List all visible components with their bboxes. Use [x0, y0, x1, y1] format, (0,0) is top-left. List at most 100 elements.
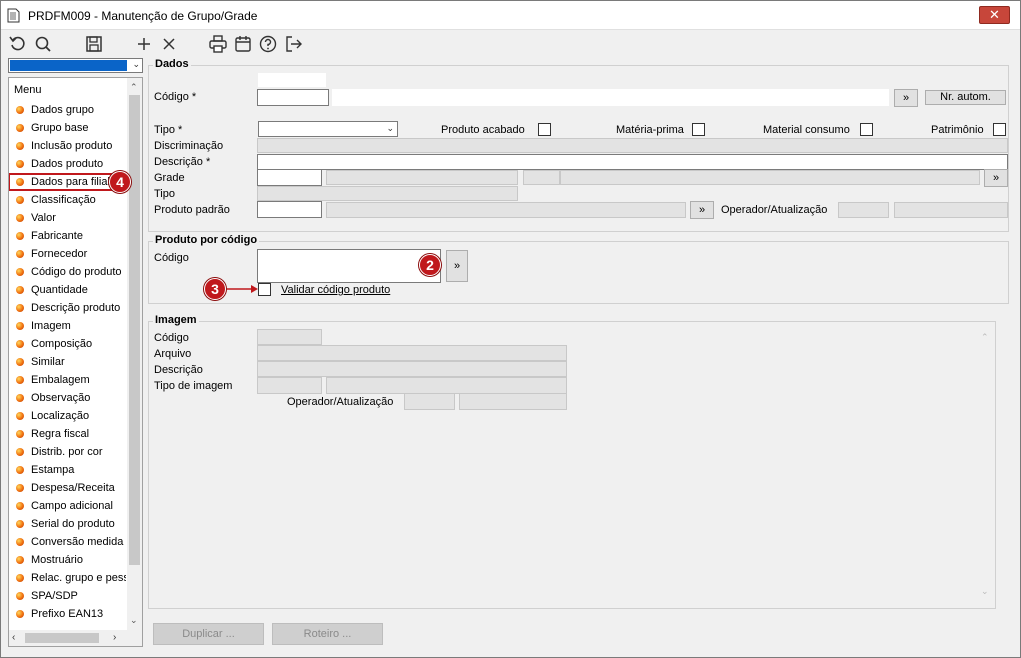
- duplicar-button[interactable]: Duplicar ...: [153, 623, 264, 645]
- patrimonio-checkbox[interactable]: [993, 123, 1006, 136]
- sidebar-item[interactable]: Embalagem: [14, 372, 126, 388]
- callout-badge-4: 4: [109, 171, 131, 193]
- sidebar-item[interactable]: Serial do produto: [14, 516, 126, 532]
- scroll-up-icon[interactable]: ⌃: [981, 332, 989, 343]
- title-bar: PRDFM009 - Manutenção de Grupo/Grade ✕: [1, 1, 1020, 30]
- codigo-lookup-button[interactable]: »: [894, 89, 918, 107]
- help-icon[interactable]: [258, 34, 278, 54]
- img-tipo-code-field: [257, 377, 322, 394]
- ppc-lookup-button[interactable]: »: [446, 250, 468, 282]
- produto-padrao-input[interactable]: [257, 201, 322, 218]
- codigo-input[interactable]: [257, 89, 329, 106]
- sidebar-item-label: Serial do produto: [31, 518, 115, 530]
- tipo-select[interactable]: ⌄: [258, 121, 398, 137]
- sidebar-item[interactable]: Fabricante: [14, 228, 126, 244]
- sidebar-item-label: Embalagem: [31, 374, 90, 386]
- sidebar-item[interactable]: Similar: [14, 354, 126, 370]
- sidebar-item[interactable]: Campo adicional: [14, 498, 126, 514]
- scroll-down-icon[interactable]: ⌄: [981, 586, 989, 597]
- sidebar-menu: Menu Dados grupo Grupo base Inclusão produ…: [8, 77, 143, 647]
- exit-icon[interactable]: [284, 34, 304, 54]
- imagem-title: Imagem: [153, 314, 199, 326]
- operador-label: Operador/Atualização: [721, 204, 828, 216]
- produto-padrao-lookup-button[interactable]: »: [690, 201, 714, 219]
- sidebar-item-label: Fabricante: [31, 230, 83, 242]
- scroll-left-icon[interactable]: ‹: [12, 632, 15, 643]
- bullet-icon: [16, 592, 24, 600]
- produto-por-codigo-title: Produto por código: [153, 234, 260, 246]
- sidebar-item[interactable]: Grupo base: [14, 120, 126, 136]
- scroll-right-icon[interactable]: ›: [113, 632, 116, 643]
- validar-codigo-checkbox[interactable]: [258, 283, 271, 296]
- sidebar-item[interactable]: Dados produto: [14, 156, 126, 172]
- hscroll-thumb[interactable]: [25, 633, 99, 643]
- save-icon[interactable]: [84, 34, 104, 54]
- search-icon[interactable]: [33, 34, 53, 54]
- scroll-down-icon[interactable]: ⌄: [130, 615, 138, 626]
- window-title: PRDFM009 - Manutenção de Grupo/Grade: [28, 9, 258, 23]
- descricao-input[interactable]: [257, 154, 1008, 170]
- sidebar-item-label: Quantidade: [31, 284, 88, 296]
- refresh-icon[interactable]: [8, 34, 28, 54]
- sidebar-item[interactable]: Regra fiscal: [14, 426, 126, 442]
- horizontal-scrollbar[interactable]: ‹ ›: [9, 630, 142, 646]
- material-consumo-checkbox[interactable]: [860, 123, 873, 136]
- sidebar-item[interactable]: Estampa: [14, 462, 126, 478]
- produto-acabado-checkbox[interactable]: [538, 123, 551, 136]
- sidebar-item[interactable]: Descrição produto: [14, 300, 126, 316]
- sidebar-item[interactable]: Localização: [14, 408, 126, 424]
- bullet-icon: [16, 538, 24, 546]
- menu-filter-dropdown[interactable]: ⌄: [8, 58, 143, 73]
- bullet-icon: [16, 484, 24, 492]
- sidebar-item[interactable]: Valor: [14, 210, 126, 226]
- menu-header: Menu: [14, 84, 42, 96]
- sidebar-item[interactable]: Mostruário: [14, 552, 126, 568]
- sidebar-item[interactable]: Fornecedor: [14, 246, 126, 262]
- sidebar-item[interactable]: Conversão medida: [14, 534, 126, 550]
- nr-autom-button[interactable]: Nr. autom.: [925, 90, 1006, 105]
- sidebar-item[interactable]: Classificação: [14, 192, 126, 208]
- bullet-icon: [16, 358, 24, 366]
- grade-description-field: [326, 170, 518, 185]
- sidebar-item[interactable]: Inclusão produto: [14, 138, 126, 154]
- sidebar-item[interactable]: SPA/SDP: [14, 588, 126, 604]
- sidebar-item[interactable]: Quantidade: [14, 282, 126, 298]
- scroll-thumb[interactable]: [129, 95, 140, 565]
- vertical-scrollbar[interactable]: ⌃ ⌄: [127, 78, 142, 630]
- close-button[interactable]: ✕: [979, 6, 1010, 24]
- bullet-icon: [16, 376, 24, 384]
- grade-input[interactable]: [257, 169, 322, 186]
- img-descricao-label: Descrição: [154, 364, 203, 376]
- sidebar-item[interactable]: Relac. grupo e pess: [14, 570, 126, 586]
- sidebar-item[interactable]: Imagem: [14, 318, 126, 334]
- bullet-icon: [16, 448, 24, 456]
- patrimonio-label: Patrimônio: [931, 124, 984, 136]
- delete-icon[interactable]: [159, 34, 179, 54]
- validar-codigo-label[interactable]: Validar código produto: [281, 284, 390, 296]
- sidebar-item[interactable]: Dados grupo: [14, 102, 126, 118]
- main-window: PRDFM009 - Manutenção de Grupo/Grade ✕ ⌄…: [0, 0, 1021, 658]
- materia-prima-checkbox[interactable]: [692, 123, 705, 136]
- ppc-codigo-input[interactable]: [257, 249, 441, 283]
- arrow-icon: [227, 285, 258, 293]
- sidebar-item-label: Mostruário: [31, 554, 83, 566]
- sidebar-item-label: Prefixo EAN13: [31, 608, 104, 620]
- sidebar-item[interactable]: Despesa/Receita: [14, 480, 126, 496]
- roteiro-button[interactable]: Roteiro ...: [272, 623, 383, 645]
- bullet-icon: [16, 232, 24, 240]
- bullet-icon: [16, 574, 24, 582]
- print-icon[interactable]: [208, 34, 228, 54]
- scroll-up-icon[interactable]: ⌃: [130, 82, 138, 93]
- grade-lookup-button[interactable]: »: [984, 169, 1008, 187]
- dropdown-selection: [10, 60, 127, 71]
- add-icon[interactable]: [134, 34, 154, 54]
- grade-extra-field: [560, 170, 980, 185]
- sidebar-item[interactable]: Distrib. por cor: [14, 444, 126, 460]
- sidebar-item[interactable]: Observação: [14, 390, 126, 406]
- calendar-icon[interactable]: [233, 34, 253, 54]
- sidebar-item[interactable]: Prefixo EAN13: [14, 606, 126, 622]
- sidebar-item[interactable]: Código do produto: [14, 264, 126, 280]
- img-tipo-description-field: [326, 377, 567, 394]
- sidebar-item-label: Regra fiscal: [31, 428, 90, 440]
- sidebar-item[interactable]: Composição: [14, 336, 126, 352]
